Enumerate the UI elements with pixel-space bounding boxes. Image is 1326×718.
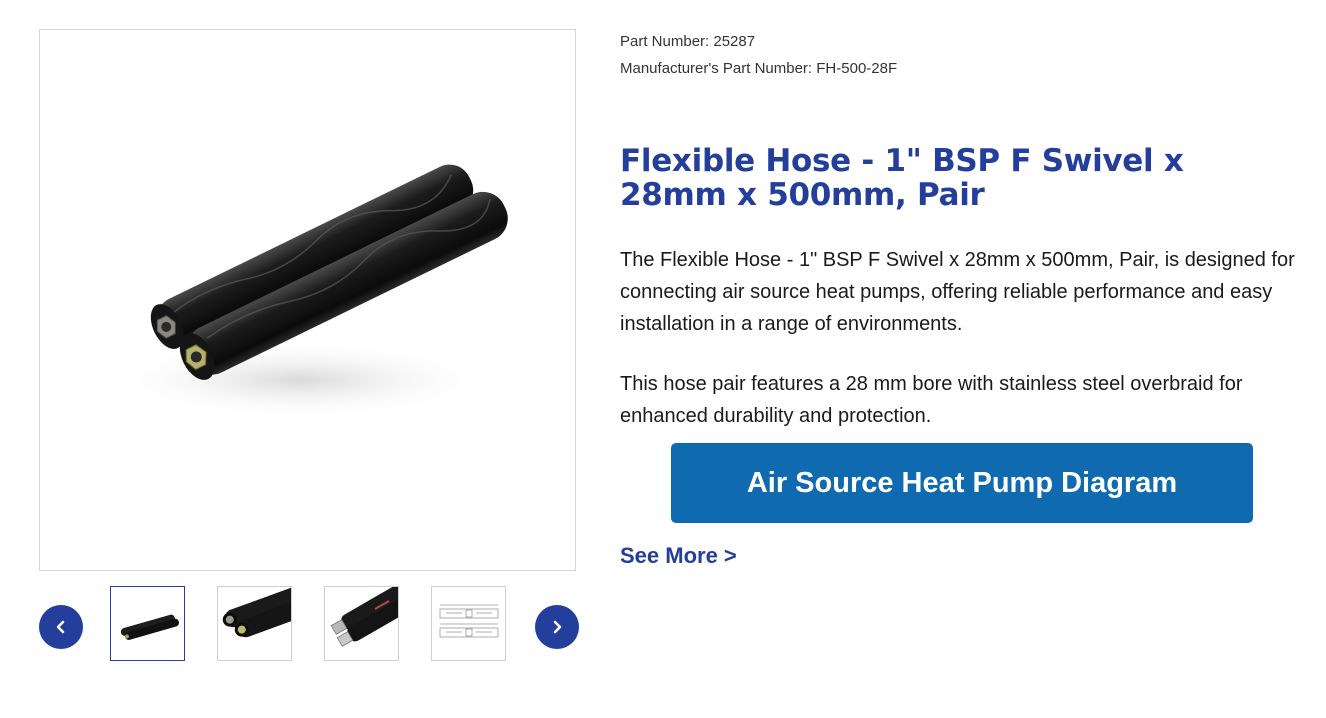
thumbnail-2[interactable] bbox=[217, 586, 292, 661]
product-description-2: This hose pair features a 28 mm bore wit… bbox=[620, 373, 1243, 427]
heat-pump-diagram-button[interactable]: Air Source Heat Pump Diagram bbox=[671, 443, 1253, 523]
thumbnail-3[interactable] bbox=[324, 586, 399, 661]
hose-fittings-thumbnail bbox=[330, 587, 398, 647]
product-description-1: The Flexible Hose - 1" BSP F Swivel x 28… bbox=[620, 249, 1295, 335]
hose-pair-thumbnail bbox=[120, 614, 179, 640]
chevron-left-icon bbox=[56, 620, 65, 634]
next-image-button[interactable] bbox=[535, 605, 579, 649]
chevron-right-icon bbox=[553, 620, 562, 634]
hose-pair-image bbox=[100, 164, 508, 420]
product-page: Part Number: 25287 Manufacturer's Part N… bbox=[0, 0, 1326, 718]
prev-image-button[interactable] bbox=[39, 605, 83, 649]
dimension-drawing-thumbnail bbox=[439, 604, 499, 638]
thumbnail-4[interactable] bbox=[431, 586, 506, 661]
manufacturer-part-number: Manufacturer's Part Number: FH-500-28F bbox=[620, 60, 898, 77]
hose-ends-thumbnail bbox=[222, 587, 291, 638]
product-title: Flexible Hose - 1" BSP F Swivel x 28mm x… bbox=[620, 143, 1184, 213]
see-more-link[interactable]: See More > bbox=[620, 543, 737, 569]
part-number: Part Number: 25287 bbox=[620, 33, 756, 50]
thumbnail-1[interactable] bbox=[110, 586, 185, 661]
main-product-image[interactable] bbox=[39, 29, 576, 571]
